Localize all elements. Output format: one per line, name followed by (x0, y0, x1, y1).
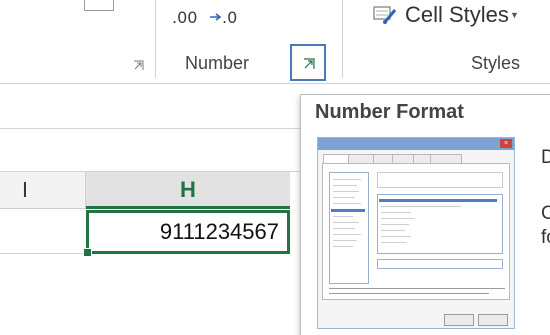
format-icon[interactable] (84, 0, 114, 11)
ribbon: .00 .0 Number Cell Styles ▼ Styles (0, 0, 550, 83)
styles-group-label: Styles (471, 53, 521, 73)
tooltip-title: Number Format (315, 101, 464, 123)
tooltip-description-fragment: D (541, 147, 550, 168)
preview-cancel-button (478, 314, 508, 326)
increase-decimal-text: .00 (172, 8, 198, 27)
tooltip-description-fragment: fo (541, 227, 550, 248)
preview-category-list (329, 172, 369, 284)
column-header-h[interactable]: H (86, 172, 290, 209)
preview-type-list (377, 194, 503, 254)
arrow-right-icon (210, 13, 222, 21)
preview-title-bar (318, 138, 514, 150)
decrease-decimal-button[interactable]: .0 (210, 2, 246, 30)
gridline (0, 253, 86, 254)
dialog-launcher-icon (304, 58, 315, 69)
active-cell-h[interactable]: 9111234567 (86, 210, 290, 254)
number-group-label: Number (185, 53, 250, 73)
close-icon: × (500, 139, 512, 148)
preview-locale-select (377, 259, 503, 269)
format-cells-dialog-preview: × (317, 137, 515, 329)
cell-styles-label: Cell Styles (405, 2, 509, 27)
increase-decimal-button[interactable]: .00 (172, 2, 208, 30)
number-format-tooltip: Number Format × D C f (300, 94, 550, 335)
preview-ok-button (444, 314, 474, 326)
ribbon-group-separator (155, 0, 156, 78)
number-format-launcher-button[interactable] (290, 44, 326, 81)
cell-styles-button[interactable]: Cell Styles ▼ (373, 0, 523, 30)
chevron-down-icon: ▼ (510, 10, 519, 20)
cell-styles-icon (373, 6, 397, 24)
preview-sample-box (377, 172, 503, 188)
column-header-i[interactable] (0, 172, 86, 209)
tooltip-description-fragment: C (541, 203, 550, 224)
dialog-launcher-icon[interactable] (133, 60, 144, 71)
fill-handle[interactable] (83, 248, 92, 257)
decrease-decimal-text: .0 (222, 8, 238, 27)
preview-panel (322, 163, 510, 300)
ribbon-group-separator (342, 0, 343, 78)
column-header-i-label: I (22, 178, 28, 202)
